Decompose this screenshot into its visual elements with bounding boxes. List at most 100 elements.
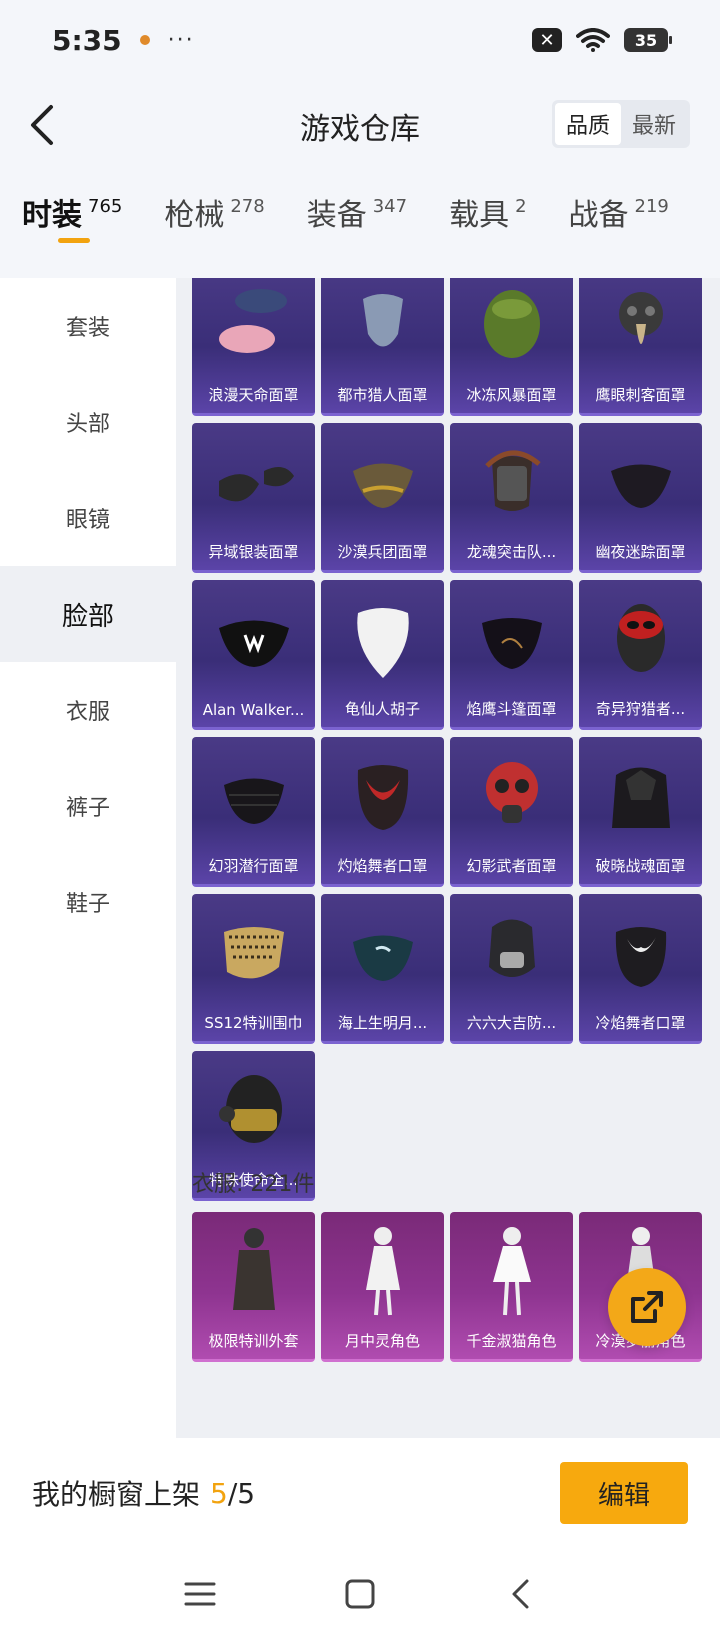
helmet-icon [192,1059,315,1159]
sort-newest-button[interactable]: 最新 [621,103,687,145]
balaclava-icon [450,278,573,374]
tab-equipment[interactable]: 装备 347 [307,190,407,260]
home-icon [345,1579,375,1609]
tab-label: 枪械 [164,198,225,233]
tab-count: 219 [634,196,669,217]
item-card[interactable]: 浪漫天命面罩 [192,278,315,416]
sidebar-item-head[interactable]: 头部 [0,374,176,470]
sidebar-item-clothes[interactable]: 衣服 [0,662,176,758]
status-bar: 5:35 ··· ✕ 35 [0,0,720,80]
item-name: 六六大吉防... [466,1014,557,1032]
item-card[interactable]: SS12特训围巾 [192,894,315,1044]
tab-label: 载具 [449,198,510,233]
mask-icon [321,431,444,531]
item-card[interactable]: 海上生明月... [321,894,444,1044]
item-name: 千金淑猫角色 [466,1332,557,1350]
mask-icon [450,431,573,531]
mask-icon [579,902,702,1002]
nav-back-button[interactable] [490,1564,550,1624]
item-card[interactable]: 千金淑猫角色 [450,1212,573,1362]
close-notification-icon: ✕ [532,28,562,52]
header: 游戏仓库 品质 最新 [0,90,720,160]
mask-icon [321,745,444,845]
item-card[interactable]: 沙漠兵团面罩 [321,423,444,573]
menu-button[interactable] [170,1564,230,1624]
item-card[interactable]: 极限特训外套 [192,1212,315,1362]
item-name: 破晓战魂面罩 [595,857,686,875]
item-name: 冷焰舞者口罩 [595,1014,686,1032]
item-card[interactable]: 鹰眼刺客面罩 [579,278,702,416]
sort-toggle: 品质 最新 [552,100,690,148]
share-button[interactable] [608,1268,686,1346]
item-name: 龟仙人胡子 [344,700,420,718]
category-tabs: 时装 765 枪械 278 装备 347 载具 2 战备 219 [0,190,720,260]
back-icon [512,1579,529,1609]
tab-count: 278 [230,196,265,217]
gas-mask-icon [450,745,573,845]
item-name: 龙魂突击队... [466,543,557,561]
tab-gear[interactable]: 战备 219 [569,190,669,260]
item-card[interactable]: 龙魂突击队... [450,423,573,573]
item-name: 冰冻风暴面罩 [466,386,557,404]
item-card[interactable]: 幽夜迷踪面罩 [579,423,702,573]
item-card[interactable]: 破晓战魂面罩 [579,737,702,887]
item-name: 都市猎人面罩 [337,386,428,404]
item-card[interactable]: 焰鹰斗篷面罩 [450,580,573,730]
clothes-section-title: 衣服: 221件 [192,1172,315,1197]
item-card[interactable]: 六六大吉防... [450,894,573,1044]
tab-fashion[interactable]: 时装 765 [22,190,122,260]
tab-label: 装备 [306,198,367,233]
item-content: 浪漫天命面罩 都市猎人面罩 冰冻风暴面罩 鹰眼刺客面罩 异域银装面罩 沙漠兵团面… [176,278,720,1438]
status-time: 5:35 [52,23,122,57]
item-name: 幻羽潜行面罩 [208,857,299,875]
wifi-icon [576,28,610,52]
sidebar: 套装 头部 眼镜 脸部 衣服 裤子 鞋子 [0,278,176,1438]
item-card[interactable]: 冰冻风暴面罩 [450,278,573,416]
tab-label: 战备 [568,198,629,233]
item-name: 鹰眼刺客面罩 [595,386,686,404]
bandana-icon [321,278,444,374]
respirator-icon [450,902,573,1002]
sidebar-item-face[interactable]: 脸部 [0,566,176,662]
item-name: SS12特训围巾 [204,1014,303,1032]
sidebar-item-glasses[interactable]: 眼镜 [0,470,176,566]
sidebar-item-pants[interactable]: 裤子 [0,758,176,854]
sort-quality-button[interactable]: 品质 [555,103,621,145]
item-card[interactable]: 幻影武者面罩 [450,737,573,887]
item-name: 极限特训外套 [208,1332,299,1350]
item-card[interactable]: 都市猎人面罩 [321,278,444,416]
item-card[interactable]: 月中灵角色 [321,1212,444,1362]
item-name: Alan Walker... [202,701,305,719]
showcase-current: 5 [210,1476,228,1510]
item-name: 灼焰舞者口罩 [337,857,428,875]
item-name: 奇异狩猎者... [595,700,686,718]
item-card[interactable]: 异域银装面罩 [192,423,315,573]
beard-icon [321,588,444,688]
item-card[interactable]: 龟仙人胡子 [321,580,444,730]
active-tab-indicator [58,238,90,243]
sidebar-item-shoes[interactable]: 鞋子 [0,854,176,950]
edit-button[interactable]: 编辑 [560,1462,688,1524]
share-icon [631,1291,663,1323]
home-button[interactable] [330,1564,390,1624]
mask-icon [192,745,315,845]
item-card[interactable]: Alan Walker... [192,580,315,730]
plague-mask-icon [579,278,702,374]
item-card[interactable]: 幻羽潜行面罩 [192,737,315,887]
item-name: 沙漠兵团面罩 [337,543,428,561]
mask-icon [321,902,444,1002]
item-card[interactable]: 奇异狩猎者... [579,580,702,730]
battery-icon: 35 [624,28,672,52]
item-card[interactable]: 灼焰舞者口罩 [321,737,444,887]
menu-icon [184,1582,216,1606]
tab-guns[interactable]: 枪械 278 [164,190,264,260]
item-card[interactable]: 冷焰舞者口罩 [579,894,702,1044]
showcase-bar: 我的橱窗上架 5/5 编辑 [0,1438,720,1548]
mask-icon [579,745,702,845]
tab-vehicles[interactable]: 载具 2 [449,190,526,260]
item-name: 月中灵角色 [344,1332,420,1350]
sidebar-item-set[interactable]: 套装 [0,278,176,374]
item-name: 焰鹰斗篷面罩 [466,700,557,718]
mask-icon [579,431,702,531]
item-name: 浪漫天命面罩 [208,386,299,404]
